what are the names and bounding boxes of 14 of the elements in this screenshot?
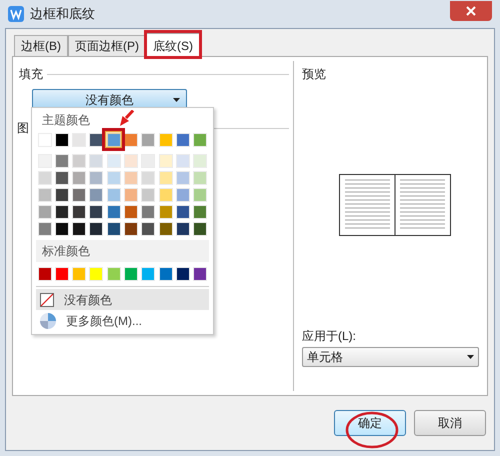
- cancel-button[interactable]: 取消: [414, 410, 486, 436]
- pattern-label: 图: [17, 120, 29, 137]
- apply-to-label: 应用于(L):: [302, 328, 357, 345]
- theme-colors-heading: 主题颜色: [42, 112, 90, 129]
- tab[interactable]: 底纹(S): [146, 33, 200, 57]
- apply-to-select[interactable]: 单元格: [302, 347, 479, 367]
- tab[interactable]: 页面边框(P): [68, 35, 146, 56]
- window-title: 边框和底纹: [30, 5, 95, 24]
- preview-label: 预览: [302, 66, 327, 83]
- standard-colors-heading: 标准颜色: [36, 240, 209, 262]
- tab[interactable]: 边框(B): [14, 35, 68, 56]
- fill-label: 填充: [19, 66, 43, 83]
- menu-item[interactable]: 更多颜色(M)...: [36, 310, 209, 331]
- menu-item[interactable]: 没有颜色: [36, 289, 209, 310]
